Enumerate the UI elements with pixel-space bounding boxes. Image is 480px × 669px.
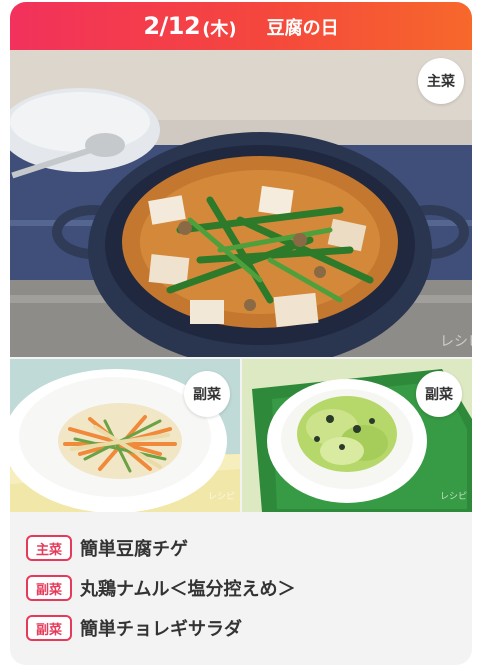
recipe-item-main[interactable]: 主菜 簡単豆腐チゲ: [26, 528, 472, 568]
svg-text:レシピ: レシピ: [440, 334, 472, 350]
svg-text:レシピ: レシピ: [208, 491, 235, 502]
header-day-of-week: (木): [202, 19, 237, 40]
photo-grid: レシピ 主菜 レシピ 副菜: [10, 50, 472, 512]
date-header: 2/12 (木) 豆腐の日: [10, 2, 472, 50]
recipe-item-side-1[interactable]: 副菜 丸鶏ナムル＜塩分控えめ＞: [26, 568, 472, 608]
svg-text:レシピ: レシピ: [440, 491, 467, 502]
recipe-list: 主菜 簡単豆腐チゲ 副菜 丸鶏ナムル＜塩分控えめ＞ 副菜 簡単チョレギサラダ: [10, 512, 472, 648]
recipe-name[interactable]: 丸鶏ナムル＜塩分控えめ＞: [80, 575, 295, 601]
category-tag: 主菜: [26, 535, 72, 561]
menu-card[interactable]: 2/12 (木) 豆腐の日 レシ 主菜 レシピ 副菜 レシピ 副菜 主菜 簡単豆…: [10, 2, 472, 665]
category-tag: 副菜: [26, 615, 72, 641]
recipe-item-side-2[interactable]: 副菜 簡単チョレギサラダ: [26, 608, 472, 648]
side-dish-2-badge: 副菜: [416, 371, 462, 417]
header-date: 2/12: [143, 12, 201, 40]
tofu-chige-image: レシピ: [10, 50, 472, 357]
recipe-name[interactable]: 簡単チョレギサラダ: [80, 615, 242, 641]
side-dish-1-photo[interactable]: レシピ 副菜: [10, 359, 240, 512]
side-dish-1-badge: 副菜: [184, 371, 230, 417]
main-dish-photo[interactable]: レシピ 主菜: [10, 50, 472, 357]
recipe-name[interactable]: 簡単豆腐チゲ: [80, 535, 188, 561]
category-tag: 副菜: [26, 575, 72, 601]
main-dish-badge: 主菜: [418, 58, 464, 104]
side-dish-2-photo[interactable]: レシピ 副菜: [242, 359, 472, 512]
header-event: 豆腐の日: [266, 18, 339, 39]
